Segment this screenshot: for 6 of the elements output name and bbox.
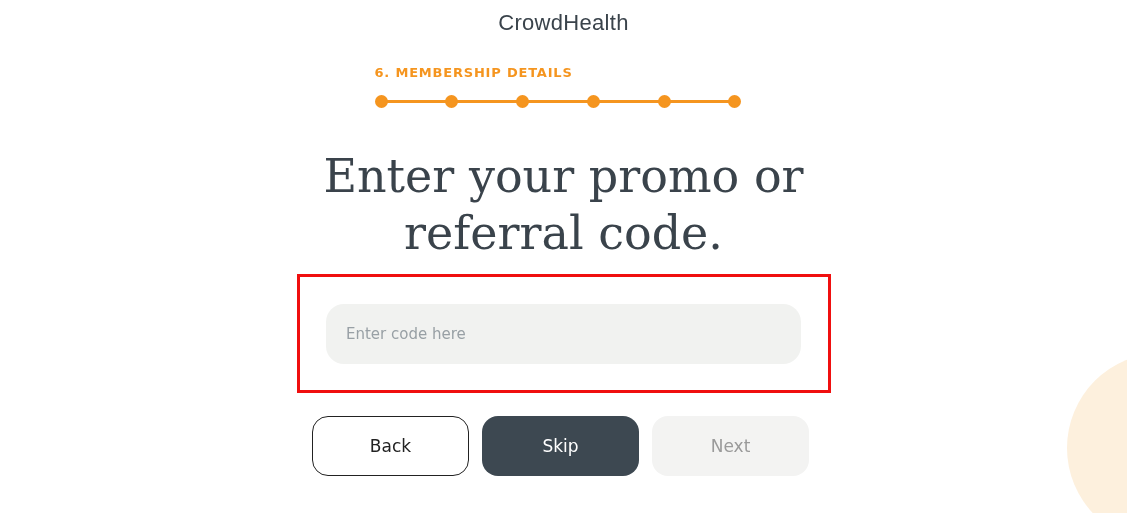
action-button[interactable]: Back	[312, 416, 469, 476]
logo: CrowdHealth	[498, 10, 629, 36]
step-label: 6. MEMBERSHIP DETAILS	[374, 65, 574, 80]
action-button[interactable]: Skip	[482, 416, 639, 476]
heading: Enter your promo or referral code.	[322, 148, 805, 262]
code-input-field[interactable]: Enter code here	[326, 303, 801, 364]
